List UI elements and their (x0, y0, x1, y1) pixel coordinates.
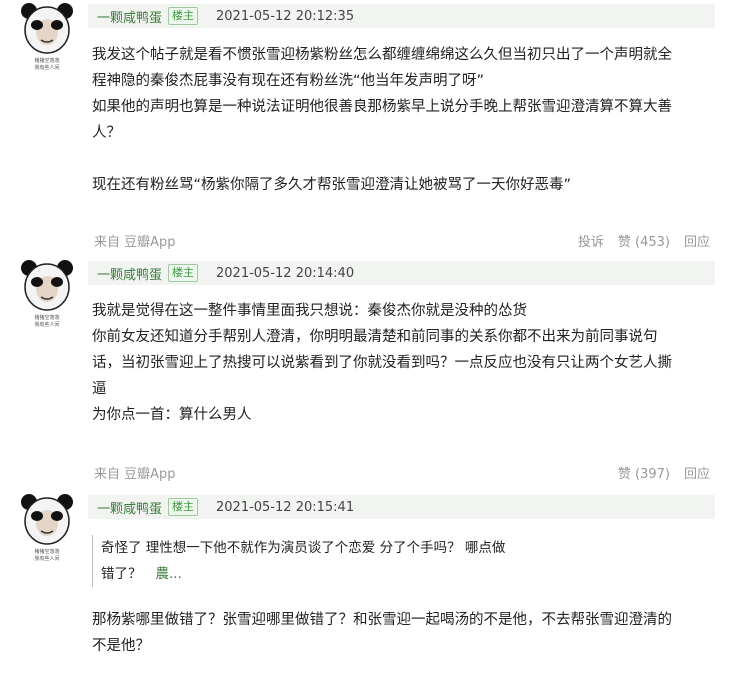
comment-meta: 一颗咸鸭蛋 楼主 2021-05-12 20:14:40 (88, 261, 715, 285)
avatar-caption-line: 我有些人间 (34, 322, 60, 328)
panda-avatar-icon (21, 260, 73, 311)
comment-footer: 来自 豆瓣App 赞 (397) 回应 (94, 463, 710, 483)
comment-body: 我发这个帖子就是看不惯张雪迎杨紫粉丝怎么都缠缠绵绵这么久但当初只出了一个声明就全… (92, 42, 718, 198)
comment-line: 逼 (92, 381, 107, 397)
panda-avatar-icon (21, 494, 73, 545)
source-label: 来自 豆瓣App (94, 467, 176, 482)
comment-footer: 来自 豆瓣App 投诉 赞 (453) 回应 (94, 231, 710, 251)
author-link[interactable]: 一颗咸鸭蛋 (97, 264, 162, 283)
comment-line: 那杨紫哪里做错了？张雪迎哪里做错了？和张雪迎一起喝汤的不是他，不去帮张雪迎澄清的 (92, 612, 672, 628)
op-badge: 楼主 (168, 498, 199, 516)
timestamp: 2021-05-12 20:14:40 (216, 265, 355, 281)
reply-button[interactable]: 回应 (684, 463, 710, 482)
avatar-caption-line: 我有些人间 (34, 65, 60, 71)
comment-line: 程神隐的秦俊杰屁事没有现在还有粉丝洗“他当年发声明了呀” (92, 73, 485, 89)
avatar-caption: 猪猪空落落 我有些人间 (20, 549, 74, 563)
comment-meta: 一颗咸鸭蛋 楼主 2021-05-12 20:12:35 (88, 4, 715, 28)
op-badge: 楼主 (168, 7, 199, 25)
op-badge: 楼主 (168, 264, 199, 282)
avatar-caption-line: 猪猪空落落 (34, 549, 60, 555)
comment-line: 我就是觉得在这一整件事情里面我只想说：秦俊杰你就是没种的怂货 (92, 303, 527, 319)
timestamp: 2021-05-12 20:12:35 (216, 8, 355, 24)
avatar[interactable]: 猪猪空落落 我有些人间 (20, 491, 74, 562)
comment-line: 我发这个帖子就是看不惯张雪迎杨紫粉丝怎么都缠缠绵绵这么久但当初只出了一个声明就全 (92, 47, 672, 63)
comment-line: 如果他的声明也算是一种说法证明他很善良那杨紫早上说分手晚上帮张雪迎澄清算不算大善 (92, 99, 672, 115)
avatar-caption-line: 猪猪空落落 (34, 58, 60, 64)
avatar-caption-line: 猪猪空落落 (34, 315, 60, 321)
timestamp: 2021-05-12 20:15:41 (216, 499, 355, 515)
comment-meta: 一颗咸鸭蛋 楼主 2021-05-12 20:15:41 (88, 495, 715, 519)
quote-text: 错了？ (101, 566, 142, 582)
source-label: 来自 豆瓣App (94, 235, 176, 250)
report-button[interactable]: 投诉 (578, 231, 604, 250)
avatar[interactable]: 猪猪空落落 我有些人间 (20, 0, 74, 71)
avatar[interactable]: 猪猪空落落 我有些人间 (20, 257, 74, 328)
like-button[interactable]: 赞 (397) (618, 463, 670, 482)
author-link[interactable]: 一颗咸鸭蛋 (97, 7, 162, 26)
comment-body: 那杨紫哪里做错了？张雪迎哪里做错了？和张雪迎一起喝汤的不是他，不去帮张雪迎澄清的… (92, 607, 718, 659)
comment-line: 话，当初张雪迎上了热搜可以说紫看到了你就没看到吗？一点反应也没有只让两个女艺人撕 (92, 355, 672, 371)
comment-thread: 猪猪空落落 我有些人间 一颗咸鸭蛋 楼主 2021-05-12 20:12:35… (0, 0, 734, 683)
avatar-caption: 猪猪空落落 我有些人间 (20, 58, 74, 72)
quote-author-link[interactable]: 農... (156, 566, 182, 582)
like-button[interactable]: 赞 (453) (618, 231, 670, 250)
quote-line: 奇怪了 理性想一下他不就作为演员谈了个恋爱 分了个手吗？ 哪点做 (101, 540, 506, 556)
avatar-caption-line: 我有些人间 (34, 556, 60, 562)
panda-avatar-icon (21, 3, 73, 54)
author-link[interactable]: 一颗咸鸭蛋 (97, 498, 162, 517)
comment-line: 人？ (92, 125, 121, 141)
comment-body: 我就是觉得在这一整件事情里面我只想说：秦俊杰你就是没种的怂货 你前女友还知道分手… (92, 298, 718, 428)
comment-line: 不是他？ (92, 638, 150, 654)
reply-button[interactable]: 回应 (684, 231, 710, 250)
comment-line: 现在还有粉丝骂“杨紫你隔了多久才帮张雪迎澄清让她被骂了一天你好恶毒” (92, 177, 572, 193)
quoted-reply: 奇怪了 理性想一下他不就作为演员谈了个恋爱 分了个手吗？ 哪点做 错了？ 農... (92, 535, 571, 587)
avatar-caption: 猪猪空落落 我有些人间 (20, 315, 74, 329)
comment-line: 为你点一首：算什么男人 (92, 407, 252, 423)
comment-line: 你前女友还知道分手帮别人澄清，你明明最清楚和前同事的关系你都不出来为前同事说句 (92, 329, 658, 345)
quote-line: 错了？ 農... (101, 561, 571, 587)
